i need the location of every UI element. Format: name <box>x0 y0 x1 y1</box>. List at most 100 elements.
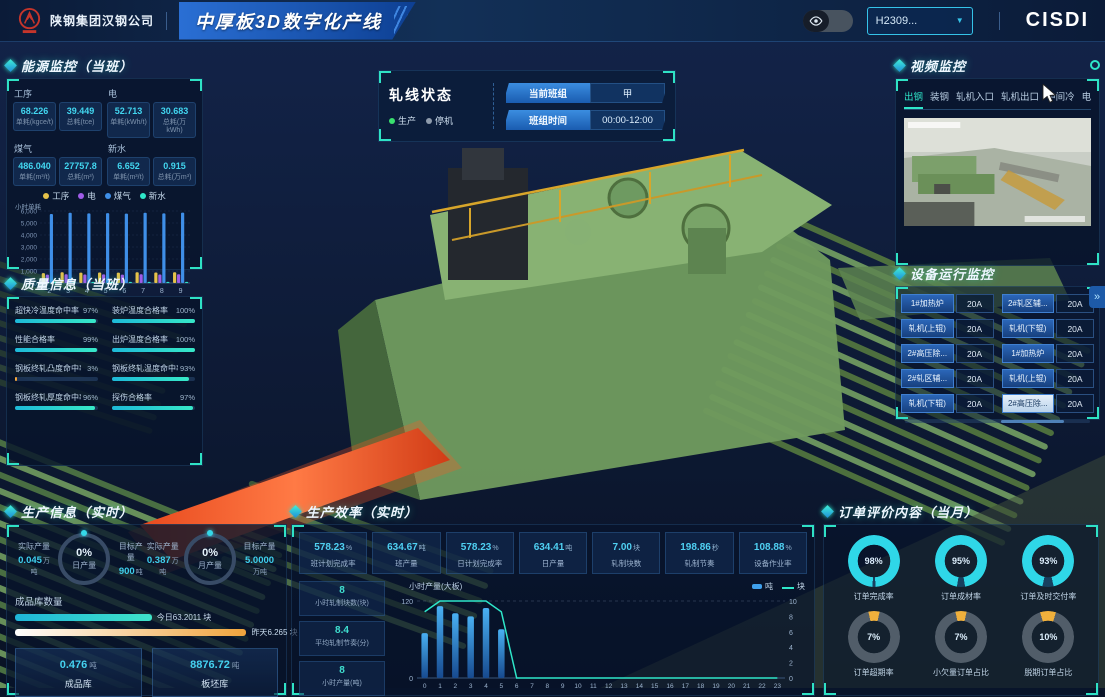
equipment-scrollbar[interactable] <box>905 420 1090 423</box>
energy-group-gas: 煤气 486.040单耗(m³/t) 27757.8总耗(m³) <box>13 140 102 186</box>
daily-output-gauge: 0% 日产量 <box>58 533 110 585</box>
equipment-name-chip[interactable]: 2#轧区辅... <box>1002 294 1055 313</box>
equipment-name-chip[interactable]: 1#加热炉 <box>1002 344 1055 363</box>
equipment-current-value: 20A <box>1056 369 1094 388</box>
steel-id-dropdown[interactable]: H2309... ▼ <box>867 7 973 35</box>
energy-stat: 0.915总耗(万m³) <box>153 157 196 186</box>
diamond-icon <box>4 505 17 518</box>
svg-text:0: 0 <box>789 676 793 683</box>
cctv-video-feed[interactable] <box>904 118 1091 226</box>
panel-orders-title: 订单评价内容（当月） <box>823 502 1099 520</box>
monthly-output-gauge: 0% 月产量 <box>184 533 236 585</box>
tab-tapping[interactable]: 出钢 <box>904 87 923 109</box>
order-donut: 7%小欠量订单占比 <box>917 611 1004 678</box>
svg-text:11: 11 <box>590 683 597 690</box>
diamond-icon <box>893 267 906 280</box>
tab-mill-exit[interactable]: 轧机出口 <box>1001 87 1039 109</box>
panel-energy-title: 能源监控（当班） <box>6 56 203 74</box>
equipment-current-value: 20A <box>956 344 994 363</box>
energy-chart-legend: 工序 电 煤气 新水 <box>13 190 196 202</box>
dashboard-root: 陕钢集团汉钢公司 中厚板3D数字化产线 H2309... ▼ CISDI <box>0 0 1105 688</box>
diamond-icon <box>289 505 302 518</box>
tab-electric-heating[interactable]: 电加热 <box>1082 87 1091 109</box>
equipment-name-chip[interactable]: 2#轧区辅... <box>901 369 954 388</box>
energy-stat: 486.040单耗(m³/t) <box>13 157 56 186</box>
svg-text:6,000: 6,000 <box>21 209 38 216</box>
equipment-name-chip[interactable]: 轧机(下辊) <box>1002 319 1055 338</box>
svg-text:0: 0 <box>409 676 413 683</box>
svg-text:2,000: 2,000 <box>21 257 38 264</box>
svg-text:20: 20 <box>728 683 736 690</box>
diamond-icon <box>893 59 906 72</box>
tab-charging[interactable]: 装钢 <box>930 87 949 109</box>
efficiency-stat-card: 198.86秒轧制节奏 <box>665 532 733 574</box>
svg-text:4: 4 <box>789 645 793 652</box>
equipment-row: 轧机(下辊) 20A <box>1002 319 1095 338</box>
panel-order-evaluation: 订单评价内容（当月） 98%订单完成率 95%订单成材率 93%订单及时交付率 … <box>823 502 1099 696</box>
chevron-down-icon: ▼ <box>956 16 964 25</box>
svg-text:8: 8 <box>789 614 793 621</box>
svg-text:10: 10 <box>574 683 582 690</box>
daily-output-gauge-group: 实际产量 0.045万吨 0% 日产量 目标产量 900吨 <box>15 533 147 585</box>
panel-energy-monitor: 能源监控（当班） 工序 68.226单耗(kgce/t) 39.449总耗(tc… <box>6 56 203 270</box>
quality-metric: 超快冷温度命中率 97% <box>15 305 98 323</box>
panel-production-efficiency: 生产效率（实时） 578.23%班计划完成率634.67吨班产量578.23%日… <box>291 502 815 696</box>
expand-panel-handle[interactable]: » <box>1089 286 1105 308</box>
equipment-name-chip[interactable]: 1#加热炉 <box>901 294 954 313</box>
dropdown-value: H2309... <box>876 15 918 27</box>
svg-text:6: 6 <box>515 683 519 690</box>
today-stock-bar: 今日63.2011 块 <box>15 612 278 623</box>
svg-text:4,000: 4,000 <box>21 233 38 240</box>
panel-production-info: 生产信息（实时） 实际产量 0.045万吨 0% 日产量 目标产量 900吨 实… <box>6 502 287 696</box>
svg-text:18: 18 <box>697 683 705 690</box>
order-donut: 98%订单完成率 <box>830 535 917 602</box>
quality-metric: 钢板终轧凸度命中率 3% <box>15 363 98 381</box>
panel-production-title: 生产信息（实时） <box>6 502 287 520</box>
order-donut: 7%订单超期率 <box>830 611 917 678</box>
equipment-name-chip[interactable]: 轧机(上辊) <box>1002 369 1055 388</box>
svg-text:6: 6 <box>789 630 793 637</box>
bar-legend-swatch <box>752 584 762 589</box>
order-donut: 93%订单及时交付率 <box>1005 535 1092 602</box>
visibility-toggle[interactable] <box>803 10 853 32</box>
svg-text:22: 22 <box>758 683 766 690</box>
panel-quality-info: 质量信息（当班） 超快冷温度命中率 97% 装炉温度合格率 100% 性能合格率… <box>6 274 203 466</box>
yesterday-stock-bar: 昨天6.265 块 <box>15 627 278 638</box>
quality-metric: 探伤合格率 97% <box>112 392 195 410</box>
svg-text:19: 19 <box>712 683 720 690</box>
diamond-icon <box>821 505 834 518</box>
panel-quality-title: 质量信息（当班） <box>6 274 203 292</box>
video-settings-icon[interactable] <box>1090 60 1100 70</box>
svg-text:1: 1 <box>438 683 442 690</box>
equipment-row: 1#加热炉 20A <box>901 294 994 313</box>
equipment-current-value: 20A <box>956 294 994 313</box>
tab-intercooling[interactable]: 中间冷 <box>1046 87 1075 109</box>
svg-text:16: 16 <box>666 683 674 690</box>
dashed-divider <box>493 83 494 129</box>
equipment-name-chip[interactable]: 轧机(下辊) <box>901 394 954 413</box>
video-tab-bar: 出钢 装钢 轧机入口 轧机出口 中间冷 电加热 <box>904 83 1091 110</box>
svg-text:0: 0 <box>423 683 427 690</box>
equipment-row: 2#高压除... 20A <box>901 344 994 363</box>
equipment-name-chip[interactable]: 2#高压除... <box>901 344 954 363</box>
line-status-title: 轧线状态 <box>389 85 481 105</box>
svg-text:12: 12 <box>605 683 613 690</box>
hourly-output-chart-title: 小时产量(大板) <box>409 581 462 592</box>
equipment-current-value: 20A <box>956 369 994 388</box>
title-hatch-decoration <box>394 6 408 36</box>
panel-equipment-title: 设备运行监控 <box>895 264 1100 282</box>
line-status-legend: 生产 停机 <box>389 114 481 127</box>
tab-mill-entry[interactable]: 轧机入口 <box>956 87 994 109</box>
scrollbar-thumb[interactable] <box>1001 420 1064 423</box>
svg-text:120: 120 <box>401 599 413 606</box>
equipment-name-chip[interactable]: 2#高压除... <box>1002 394 1055 413</box>
panel-equipment-monitor: 设备运行监控 1#加热炉 20A2#轧区辅... 20A轧机(上辊) 20A轧机… <box>895 264 1100 420</box>
equipment-name-chip[interactable]: 轧机(上辊) <box>901 319 954 338</box>
panel-efficiency-title: 生产效率（实时） <box>291 502 815 520</box>
energy-group-water: 新水 6.652单耗(m³/t) 0.915总耗(万m³) <box>107 140 196 186</box>
svg-text:13: 13 <box>620 683 628 690</box>
equipment-current-value: 20A <box>1056 319 1094 338</box>
order-donut: 10%脱期订单占比 <box>1005 611 1092 678</box>
energy-group-electric: 电 52.713单耗(kWh/t) 30.683总耗(万kWh) <box>107 85 196 138</box>
efficiency-side-stat: 8小时轧制块数(块) <box>299 581 385 616</box>
